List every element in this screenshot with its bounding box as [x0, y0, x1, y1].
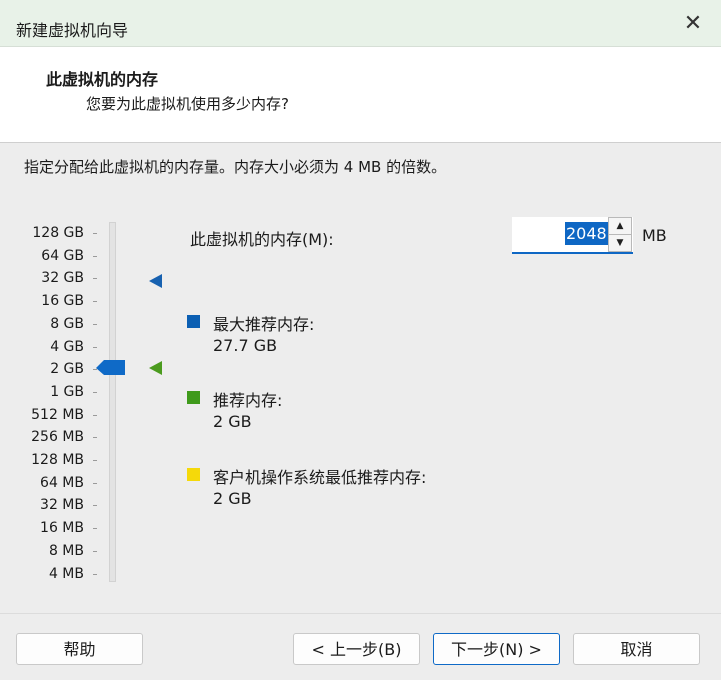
scale-label: 1 GB	[50, 383, 84, 400]
scale-label: 128 MB	[31, 452, 84, 468]
close-icon[interactable]: ✕	[683, 13, 703, 35]
recommended-square-icon	[187, 391, 200, 404]
scale-label: 512 MB	[31, 406, 84, 423]
scale-tick	[93, 482, 97, 484]
scale-label: 16 GB	[41, 293, 84, 310]
scale-label: 8 MB	[48, 542, 84, 559]
slider-track[interactable]	[109, 222, 116, 582]
scale-label: 4 GB	[50, 338, 84, 355]
spin-arrows[interactable]: ▲ ▼	[608, 217, 632, 252]
wizard-header: 此虚拟机的内存 您要为此虚拟机使用多少内存?	[0, 47, 721, 143]
cancel-button[interactable]: 取消	[573, 633, 700, 665]
spin-up-icon[interactable]: ▲	[609, 218, 631, 235]
title-bar: 新建虚拟机向导 ✕	[0, 0, 721, 47]
scale-tick	[93, 323, 97, 325]
min-recommended-square-icon	[187, 468, 200, 481]
spin-down-icon[interactable]: ▼	[609, 235, 631, 251]
scale-label: 64 GB	[41, 247, 84, 264]
scale-label: 32 GB	[41, 270, 84, 287]
scale-tick	[93, 414, 97, 416]
scale-tick	[93, 460, 97, 461]
scale-label: 256 MB	[31, 429, 84, 446]
scale-tick	[93, 528, 97, 530]
scale-tick	[93, 550, 97, 552]
scale-label: 8 GB	[50, 315, 84, 332]
scale-tick	[93, 505, 97, 507]
slider-thumb[interactable]	[96, 360, 126, 376]
memory-input[interactable]: 2048	[565, 222, 608, 245]
max-recommended-marker-icon	[149, 274, 162, 288]
min-recommended-label: 客户机操作系统最低推荐内存:	[213, 468, 427, 487]
next-button[interactable]: 下一步(N) >	[433, 633, 560, 665]
max-recommended-square-icon	[187, 315, 200, 328]
footer-divider	[0, 613, 721, 614]
scale-tick	[93, 255, 97, 257]
scale-label: 128 GB	[32, 225, 84, 241]
scale-label: 2 GB	[50, 361, 84, 378]
page-subtitle: 您要为此虚拟机使用多少内存?	[86, 95, 289, 113]
memory-label: 此虚拟机的内存(M):	[190, 230, 334, 249]
recommended-marker-icon	[149, 361, 162, 375]
memory-unit: MB	[642, 226, 667, 245]
window-title: 新建虚拟机向导	[16, 21, 129, 40]
page-title: 此虚拟机的内存	[46, 70, 159, 89]
description-text: 指定分配给此虚拟机的内存量。内存大小必须为 4 MB 的倍数。	[24, 158, 447, 176]
scale-tick	[93, 301, 97, 303]
min-recommended-value: 2 GB	[213, 489, 252, 508]
back-button[interactable]: < 上一步(B)	[293, 633, 420, 665]
max-recommended-value: 27.7 GB	[213, 336, 278, 355]
scale-tick	[93, 278, 97, 280]
scale-tick	[93, 346, 97, 348]
scale-tick	[93, 573, 97, 575]
memory-spinbox[interactable]: 2048 ▲ ▼	[512, 217, 633, 254]
help-button[interactable]: 帮助	[16, 633, 143, 665]
scale-tick	[93, 391, 97, 393]
max-recommended-label: 最大推荐内存:	[213, 315, 315, 334]
scale-tick	[93, 437, 97, 439]
scale-label: 16 MB	[40, 520, 84, 537]
recommended-label: 推荐内存:	[213, 391, 283, 410]
scale-label: 4 MB	[48, 565, 84, 582]
scale-label: 32 MB	[40, 497, 84, 514]
recommended-value: 2 GB	[213, 412, 252, 431]
scale-tick	[93, 233, 97, 234]
scale-label: 64 MB	[40, 474, 84, 491]
